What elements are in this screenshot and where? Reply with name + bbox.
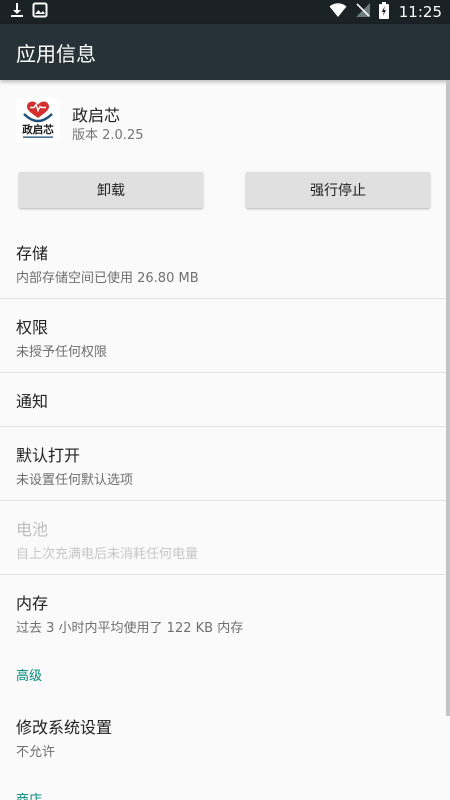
no-signal-icon <box>355 2 371 22</box>
modify-system-settings-item[interactable]: 修改系统设置 不允许 <box>0 699 450 773</box>
permissions-title: 权限 <box>16 318 49 337</box>
memory-item[interactable]: 内存 过去 3 小时内平均使用了 122 KB 内存 <box>0 575 450 649</box>
app-version: 版本 2.0.25 <box>72 128 144 143</box>
modify-system-settings-subtitle: 不允许 <box>16 745 56 760</box>
open-by-default-subtitle: 未设置任何默认选项 <box>16 473 134 488</box>
permissions-subtitle: 未授予任何权限 <box>16 345 108 360</box>
page-title: 应用信息 <box>16 41 96 66</box>
app-header: 政启芯 政启芯 版本 2.0.25 <box>0 80 450 166</box>
battery-subtitle: 自上次充满电后未消耗任何电量 <box>16 547 199 562</box>
wifi-icon <box>329 2 347 22</box>
open-by-default-item[interactable]: 默认打开 未设置任何默认选项 <box>0 427 450 501</box>
app-logo-icon: 政启芯 <box>16 98 60 142</box>
download-icon <box>10 2 24 22</box>
status-time: 11:25 <box>398 3 442 21</box>
storage-title: 存储 <box>16 244 49 263</box>
app-info-content[interactable]: 政启芯 政启芯 版本 2.0.25 卸载 强行停止 存储 内部存储空间已使用 2… <box>0 80 450 800</box>
battery-title: 电池 <box>16 520 49 539</box>
status-right: 11:25 <box>329 1 442 23</box>
battery-charging-icon <box>378 1 389 23</box>
modify-system-settings-title: 修改系统设置 <box>16 718 113 737</box>
memory-subtitle: 过去 3 小时内平均使用了 122 KB 内存 <box>16 621 244 636</box>
image-icon <box>32 2 48 22</box>
permissions-item[interactable]: 权限 未授予任何权限 <box>0 299 450 373</box>
store-section-header: 商店 <box>0 773 450 800</box>
battery-item: 电池 自上次充满电后未消耗任何电量 <box>0 501 450 575</box>
app-bar: 应用信息 <box>0 24 450 80</box>
scrollbar[interactable] <box>446 80 450 716</box>
app-name: 政启芯 <box>72 106 121 125</box>
notifications-item[interactable]: 通知 <box>0 373 450 427</box>
force-stop-button[interactable]: 强行停止 <box>246 172 430 208</box>
storage-subtitle: 内部存储空间已使用 26.80 MB <box>16 271 199 286</box>
memory-title: 内存 <box>16 594 49 613</box>
open-by-default-title: 默认打开 <box>16 446 81 465</box>
advanced-section-header: 高级 <box>16 669 43 684</box>
app-logo-text: 政启芯 <box>22 123 54 136</box>
notifications-title: 通知 <box>16 391 49 411</box>
uninstall-button[interactable]: 卸载 <box>19 172 203 208</box>
storage-item[interactable]: 存储 内部存储空间已使用 26.80 MB <box>0 225 450 299</box>
status-left <box>10 2 48 22</box>
status-bar: 11:25 <box>0 0 450 24</box>
settings-list: 存储 内部存储空间已使用 26.80 MB 权限 未授予任何权限 通知 默认打开… <box>0 225 450 800</box>
